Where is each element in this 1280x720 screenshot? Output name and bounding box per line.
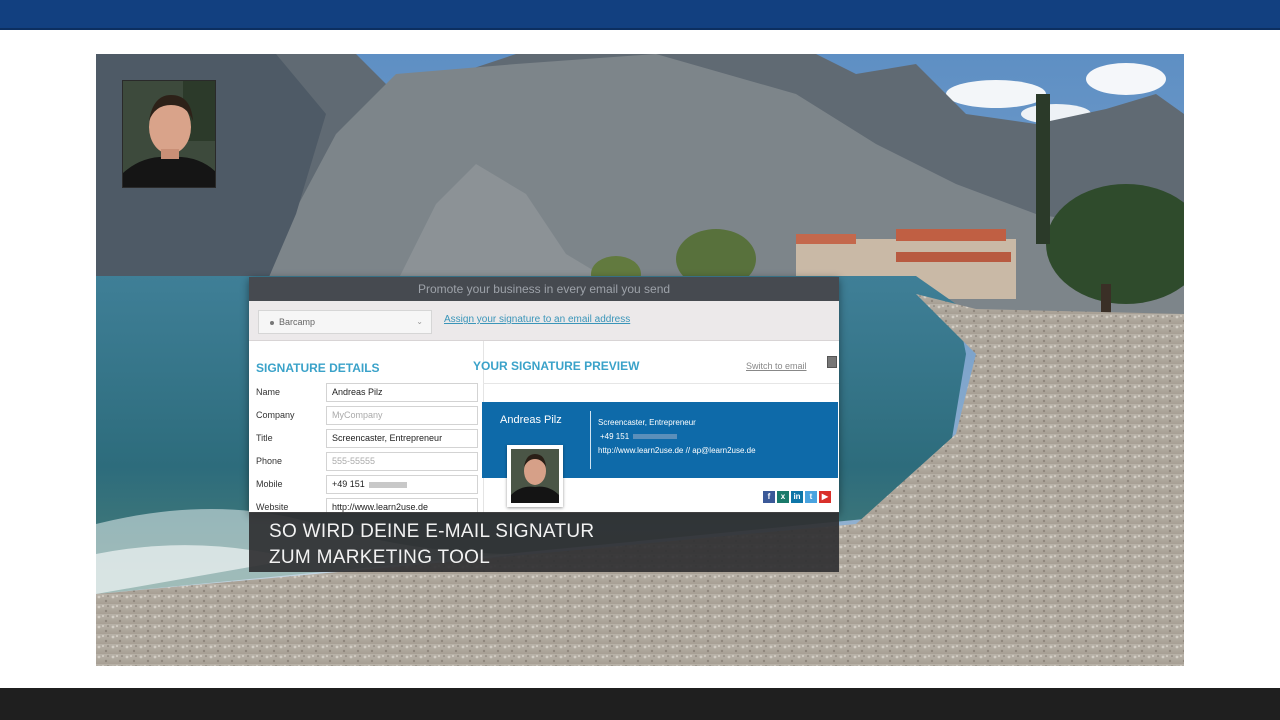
signature-phone: +49 151 [600,432,678,441]
website-input[interactable]: http://www.learn2use.de [326,498,478,513]
youtube-icon[interactable]: ▶ [819,491,831,503]
signature-photo-image [511,449,559,503]
field-row-title: Title Screencaster, Entrepreneur [256,429,478,449]
website-label: Website [256,502,289,512]
app-toolbar: Barcamp ⌄ Assign your signature to an em… [249,301,839,341]
company-input[interactable]: MyCompany [326,406,478,425]
signature-phone-value: +49 151 [600,432,630,441]
top-bar [0,0,1280,30]
field-row-name: Name Andreas Pilz [256,383,478,403]
title-label: Title [256,433,273,443]
bottom-bar [0,688,1280,720]
signature-photo [507,445,563,507]
signature-preview-title: YOUR SIGNATURE PREVIEW [473,359,640,373]
social-icons: f x in t ▶ [763,486,833,503]
presenter-avatar [122,80,216,188]
facebook-icon[interactable]: f [763,491,775,503]
signature-name: Andreas Pilz [500,414,562,426]
signature-select-value: Barcamp [279,317,316,327]
preview-divider [483,383,839,384]
name-input[interactable]: Andreas Pilz [326,383,478,402]
linkedin-icon[interactable]: in [791,491,803,503]
redacted-number [368,481,407,488]
xing-icon[interactable]: x [777,491,789,503]
phone-label: Phone [256,456,283,466]
redacted-number [633,434,678,440]
field-row-company: Company MyCompany [256,406,478,426]
signature-details-title: SIGNATURE DETAILS [256,361,380,375]
switch-to-email-link[interactable]: Switch to email [746,361,807,371]
title-input[interactable]: Screencaster, Entrepreneur [326,429,478,448]
assign-signature-link[interactable]: Assign your signature to an email addres… [444,314,630,325]
phone-input[interactable]: 555-55555 [326,452,478,471]
mobile-input[interactable]: +49 151 [326,475,478,494]
app-header: Promote your business in every email you… [249,277,839,301]
scrollbar-thumb[interactable] [827,356,837,368]
field-row-mobile: Mobile +49 151 [256,475,478,495]
company-label: Company [256,410,295,420]
signature-app-window: Promote your business in every email you… [249,277,839,513]
signature-web-email: http://www.learn2use.de // ap@learn2use.… [598,446,756,455]
caption-line-2: ZUM MARKETING TOOL [269,547,491,568]
chevron-down-icon: ⌄ [416,317,423,326]
mobile-value: +49 151 [332,479,365,489]
signature-job-title: Screencaster, Entrepreneur [598,418,696,427]
field-row-website: Website http://www.learn2use.de [256,498,478,513]
mobile-label: Mobile [256,479,283,489]
bullet-icon [270,321,274,325]
signature-select[interactable]: Barcamp ⌄ [258,310,432,334]
caption-line-1: SO WIRD DEINE E-MAIL SIGNATUR [269,521,595,542]
presenter-photo [123,81,215,187]
signature-separator [590,411,591,469]
twitter-icon[interactable]: t [805,491,817,503]
field-row-phone: Phone 555-55555 [256,452,478,472]
video-caption: SO WIRD DEINE E-MAIL SIGNATUR ZUM MARKET… [249,512,839,572]
name-label: Name [256,387,281,397]
